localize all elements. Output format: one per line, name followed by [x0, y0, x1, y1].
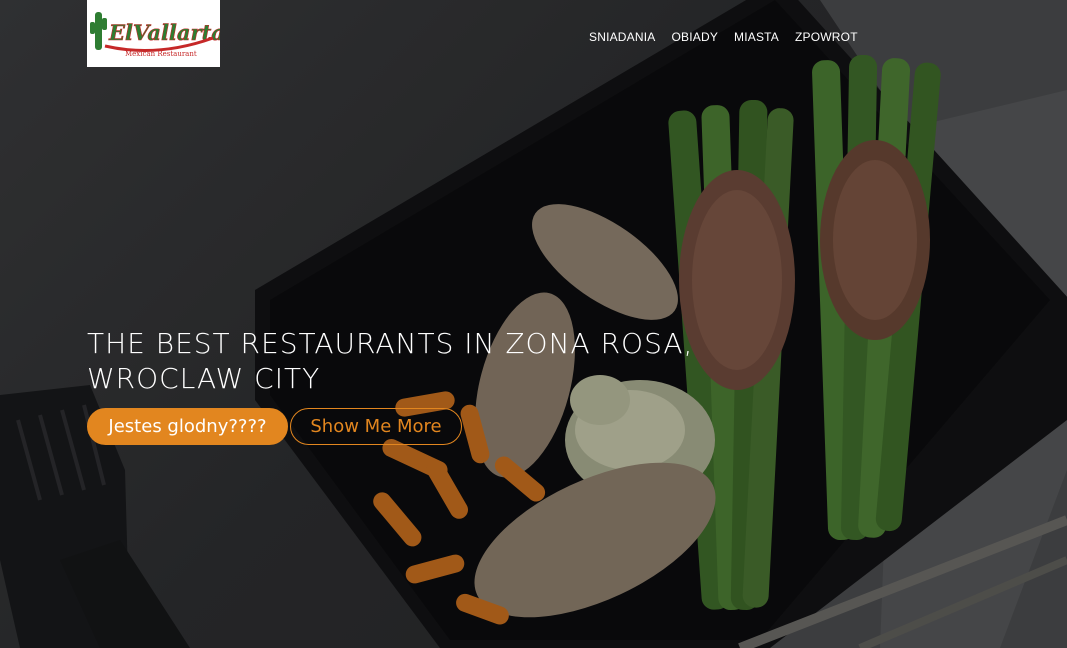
hero-headline: THE BEST RESTAURANTS IN ZONA ROSA, WROCL… — [87, 326, 727, 396]
brand-logo[interactable]: ElVallarta Mexican Restaurant — [87, 0, 225, 67]
cactus-logo-icon: ElVallarta Mexican Restaurant — [90, 12, 225, 58]
hero-headline-line1: THE BEST RESTAURANTS IN ZONA ROSA, — [87, 327, 694, 360]
logo-subtitle: Mexican Restaurant — [125, 50, 197, 58]
nav-item-miasta[interactable]: MIASTA — [734, 29, 779, 45]
hungry-button[interactable]: Jestes glodny???? — [87, 408, 288, 445]
show-more-button[interactable]: Show Me More — [290, 408, 462, 445]
main-nav: SNIADANIA OBIADY MIASTA ZPOWROT — [589, 29, 858, 45]
hero-headline-line2: WROCLAW CITY — [87, 362, 321, 395]
hero-background — [0, 0, 1067, 648]
nav-item-zpowrot[interactable]: ZPOWROT — [795, 29, 858, 45]
nav-item-sniadania[interactable]: SNIADANIA — [589, 29, 655, 45]
nav-item-obiady[interactable]: OBIADY — [671, 29, 718, 45]
hero-dim-overlay — [0, 0, 1067, 648]
